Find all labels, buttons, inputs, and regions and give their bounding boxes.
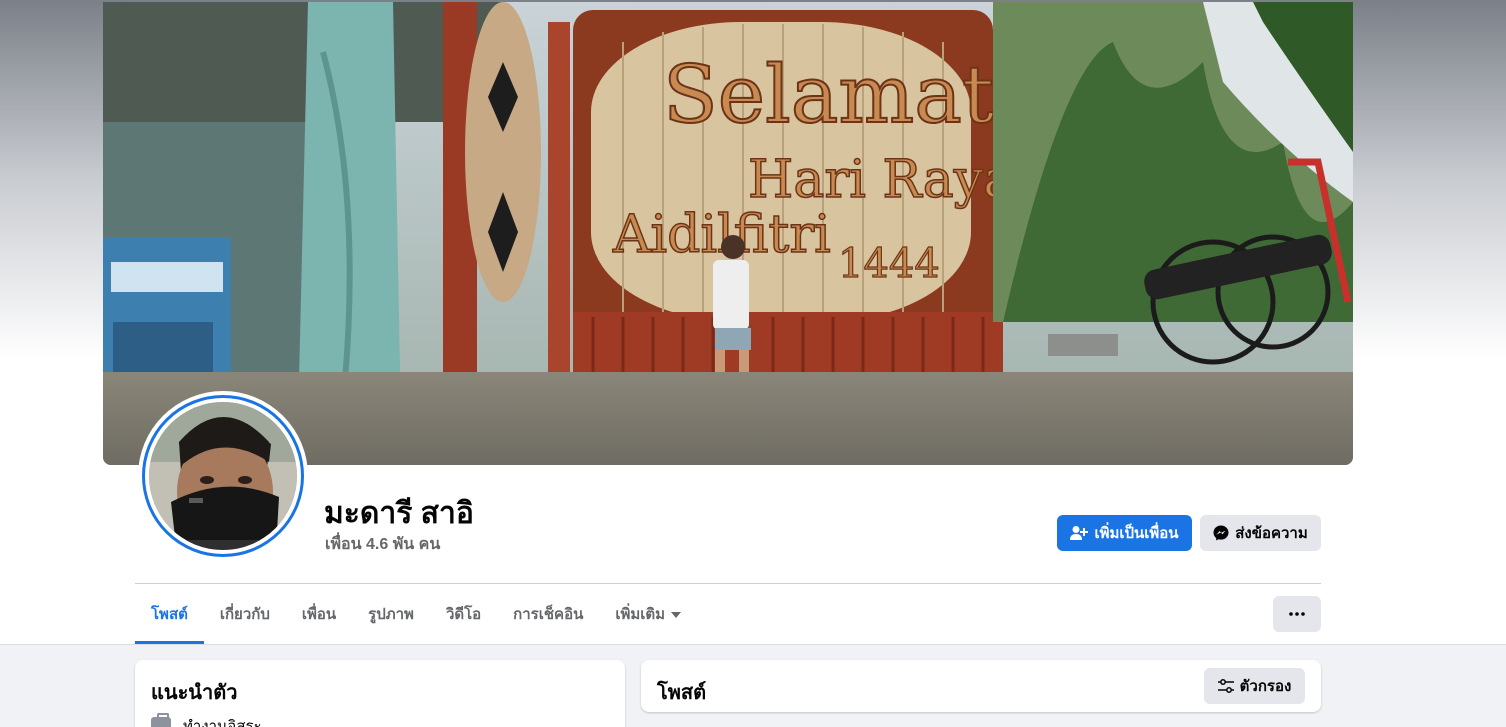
tab-more[interactable]: เพิ่มเติม [599, 584, 697, 644]
ellipsis-icon [1289, 612, 1305, 616]
filter-icon [1217, 679, 1234, 693]
friend-count[interactable]: เพื่อน 4.6 พัน คน [325, 532, 440, 557]
tab-label: การเช็คอิน [513, 606, 584, 623]
intro-work-text: ทำงานอิสระ [183, 718, 262, 727]
more-options-button[interactable] [1273, 596, 1321, 632]
sign-text-4: 1444 [838, 241, 940, 287]
add-friend-icon [1070, 525, 1089, 541]
tab-label: เพิ่มเติม [615, 606, 666, 623]
message-label: ส่งข้อความ [1235, 525, 1308, 542]
posts-title: โพสต์ [657, 682, 707, 704]
tab-posts[interactable]: โพสต์ [135, 584, 204, 644]
add-friend-label: เพิ่มเป็นเพื่อน [1094, 525, 1179, 542]
sign-text-2: Hari Raya [748, 150, 1014, 210]
tab-friends[interactable]: เพื่อน [286, 584, 352, 644]
avatar-photo [149, 402, 297, 550]
messenger-icon [1213, 525, 1229, 541]
cover-photo-image: Selamat Hari Raya Aidilfitri 1444 [103, 2, 1353, 465]
add-friend-button[interactable]: เพิ่มเป็นเพื่อน [1057, 515, 1192, 551]
filter-label: ตัวกรอง [1239, 678, 1292, 695]
profile-avatar[interactable] [138, 391, 308, 561]
briefcase-icon [151, 713, 171, 727]
tab-label: เพื่อน [301, 606, 337, 623]
tab-label: เกี่ยวกับ [219, 606, 270, 623]
tab-videos[interactable]: วิดีโอ [430, 584, 497, 644]
profile-tabs: โพสต์ เกี่ยวกับ เพื่อน รูปภาพ วิดีโอ การ… [135, 584, 697, 644]
caret-down-icon [671, 612, 682, 618]
tab-label: รูปภาพ [368, 606, 414, 623]
cover-photo[interactable]: Selamat Hari Raya Aidilfitri 1444 [103, 2, 1353, 465]
posts-card: โพสต์ ตัวกรอง [641, 660, 1321, 712]
sign-text-3: Aidilfitri [612, 205, 831, 265]
intro-card: แนะนำตัว ทำงานอิสระ [135, 660, 625, 727]
filter-button[interactable]: ตัวกรอง [1204, 668, 1305, 704]
tab-about[interactable]: เกี่ยวกับ [204, 584, 286, 644]
tab-checkins[interactable]: การเช็คอิน [497, 584, 599, 644]
sign-text-1: Selamat [663, 48, 994, 141]
tab-photos[interactable]: รูปภาพ [352, 584, 430, 644]
profile-name: มะดารี สาอิ [324, 497, 474, 530]
message-button[interactable]: ส่งข้อความ [1200, 515, 1321, 551]
intro-work-row: ทำงานอิสระ [151, 713, 262, 727]
tab-label: โพสต์ [151, 606, 188, 623]
tab-label: วิดีโอ [445, 606, 482, 623]
intro-title: แนะนำตัว [151, 682, 238, 704]
avatar-story-ring [142, 395, 304, 557]
